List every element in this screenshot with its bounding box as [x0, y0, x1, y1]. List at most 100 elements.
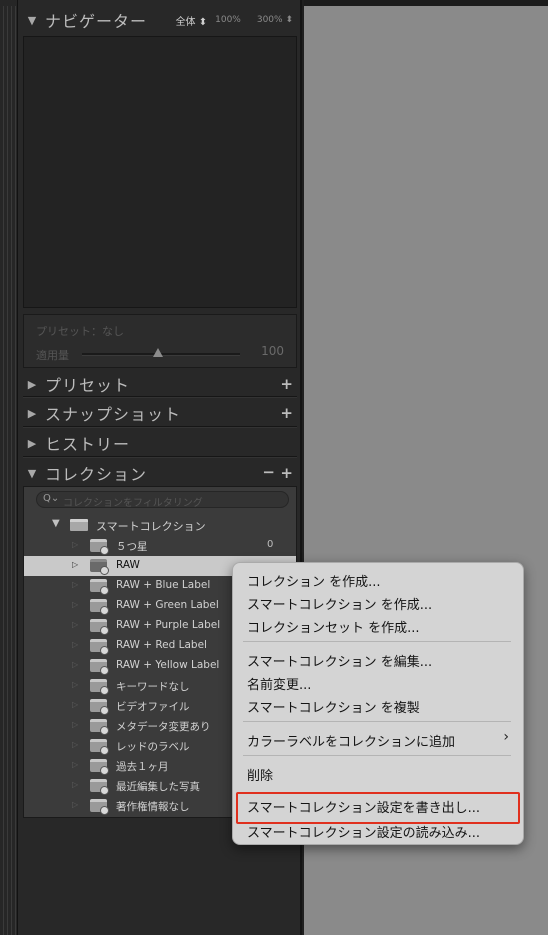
smart-collection-icon	[90, 739, 109, 755]
divider	[23, 426, 297, 428]
smart-collection-icon	[90, 759, 109, 775]
add-preset-icon[interactable]: +	[280, 375, 293, 393]
expand-triangle-icon: ▷	[72, 580, 79, 589]
amount-value: 100	[261, 344, 284, 358]
expand-triangle-icon: ▷	[72, 640, 79, 649]
zoom-300-option[interactable]: 300% ⬍	[249, 15, 293, 25]
item-label: レッドのラベル	[116, 741, 190, 753]
app-window: ▼ ナビゲーター 全体 ⬍ 100% 300% ⬍ プリセット：なし 適用量 1…	[0, 0, 548, 935]
expand-triangle-icon: ▶	[27, 377, 37, 391]
item-label: 過去１ヶ月	[116, 761, 169, 773]
menu-item-add-color-label[interactable]: カラーラベルをコレクションに追加	[247, 731, 455, 750]
expand-triangle-icon: ▶	[27, 436, 37, 450]
navigator-header[interactable]: ▼ ナビゲーター 全体 ⬍ 100% 300% ⬍	[23, 6, 297, 34]
collapse-triangle-icon: ▼	[52, 518, 60, 529]
expand-triangle-icon: ▶	[27, 406, 37, 420]
item-label: 著作権情報なし	[116, 801, 190, 813]
presets-title: プリセット	[45, 376, 131, 395]
menu-separator	[243, 641, 511, 642]
menu-item-edit-smart-collection[interactable]: スマートコレクション を編集...	[247, 651, 432, 670]
collection-set-icon	[70, 519, 88, 531]
add-collection-icon[interactable]: +	[280, 464, 293, 482]
menu-item-rename[interactable]: 名前変更...	[247, 674, 311, 693]
collections-header[interactable]: ▼ コレクション − +	[23, 459, 297, 487]
item-count: 0	[267, 539, 274, 550]
divider	[23, 456, 297, 458]
smart-collection-icon	[90, 659, 109, 675]
context-menu: コレクション を作成... スマートコレクション を作成... コレクションセッ…	[232, 562, 524, 845]
navigator-preview[interactable]	[23, 36, 297, 308]
item-label: ５つ星	[116, 541, 148, 553]
collapse-triangle-icon: ▼	[27, 466, 37, 480]
navigator-zoom-options: 全体 ⬍ 100% 300% ⬍	[160, 6, 293, 34]
expand-triangle-icon: ▷	[72, 780, 79, 789]
item-label: ビデオファイル	[116, 701, 190, 713]
item-label: メタデータ変更あり	[116, 721, 211, 733]
history-title: ヒストリー	[45, 435, 131, 454]
snapshots-title: スナップショット	[45, 405, 182, 424]
expand-triangle-icon: ▷	[72, 740, 79, 749]
menu-item-create-collection[interactable]: コレクション を作成...	[247, 571, 381, 590]
expand-triangle-icon: ▷	[72, 540, 79, 549]
smart-collection-icon	[90, 679, 109, 695]
menu-separator	[243, 755, 511, 756]
smart-collection-icon	[90, 799, 109, 815]
collections-title: コレクション	[45, 465, 148, 484]
smart-collection-icon	[90, 779, 109, 795]
smart-collection-icon	[90, 539, 109, 555]
add-snapshot-icon[interactable]: +	[280, 404, 293, 422]
expand-triangle-icon: ▷	[72, 560, 79, 569]
smart-collection-group[interactable]: ▼ スマートコレクション	[24, 515, 296, 535]
menu-item-create-collection-set[interactable]: コレクションセット を作成...	[247, 617, 420, 636]
zoom-fit-option[interactable]: 全体 ⬍	[168, 13, 208, 28]
smart-collection-icon	[90, 619, 109, 635]
menu-item-create-smart-collection[interactable]: スマートコレクション を作成...	[247, 594, 432, 613]
item-label: RAW + Yellow Label	[116, 659, 220, 671]
menu-item-delete[interactable]: 削除	[247, 765, 273, 784]
expand-triangle-icon: ▷	[72, 660, 79, 669]
preset-amount-box: プリセット：なし 適用量 100	[23, 314, 297, 368]
smart-collection-icon	[90, 559, 109, 575]
item-label: RAW + Green Label	[116, 599, 219, 611]
smart-collection-icon	[90, 639, 109, 655]
smart-collection-icon	[90, 579, 109, 595]
expand-triangle-icon: ▷	[72, 700, 79, 709]
preset-label: プリセット：なし	[36, 325, 124, 338]
navigator-title: ナビゲーター	[45, 12, 148, 31]
item-label: RAW + Blue Label	[116, 579, 211, 591]
menu-item-export-smart-collection-settings[interactable]: スマートコレクション設定を書き出し...	[247, 797, 480, 816]
collection-filter-input[interactable]: Q⌄ コレクションをフィルタリング	[36, 491, 289, 509]
submenu-chevron-icon: ›	[503, 729, 509, 745]
snapshots-header[interactable]: ▶ スナップショット +	[23, 399, 297, 427]
menu-separator	[243, 721, 511, 722]
search-placeholder: コレクションをフィルタリング	[63, 498, 203, 509]
expand-triangle-icon: ▷	[72, 720, 79, 729]
item-label: 最近編集した写真	[116, 781, 200, 793]
group-label: スマートコレクション	[96, 520, 206, 533]
smart-collection-icon	[90, 599, 109, 615]
expand-triangle-icon: ▷	[72, 600, 79, 609]
item-label: RAW + Red Label	[116, 639, 207, 651]
smart-collection-icon	[90, 699, 109, 715]
smart-collection-icon	[90, 719, 109, 735]
list-item[interactable]: ▷ ５つ星 0	[24, 536, 296, 556]
divider	[23, 396, 297, 398]
zoom-100-option[interactable]: 100%	[215, 15, 241, 25]
search-icon: Q⌄	[43, 493, 60, 504]
item-label: キーワードなし	[116, 681, 190, 693]
left-edge-strip	[0, 0, 18, 935]
history-header[interactable]: ▶ ヒストリー	[23, 429, 297, 457]
amount-label: 適用量	[36, 349, 69, 362]
item-label: RAW	[116, 559, 140, 571]
item-label: RAW + Purple Label	[116, 619, 221, 631]
expand-triangle-icon: ▷	[72, 680, 79, 689]
menu-item-import-smart-collection-settings[interactable]: スマートコレクション設定の読み込み...	[247, 822, 480, 841]
expand-triangle-icon: ▷	[72, 760, 79, 769]
remove-collection-icon[interactable]: −	[262, 463, 275, 481]
menu-item-duplicate-smart-collection[interactable]: スマートコレクション を複製	[247, 697, 420, 716]
presets-header[interactable]: ▶ プリセット +	[23, 370, 297, 398]
expand-triangle-icon: ▷	[72, 620, 79, 629]
collapse-triangle-icon: ▼	[27, 13, 37, 27]
amount-slider-thumb[interactable]	[153, 348, 163, 357]
expand-triangle-icon: ▷	[72, 800, 79, 809]
